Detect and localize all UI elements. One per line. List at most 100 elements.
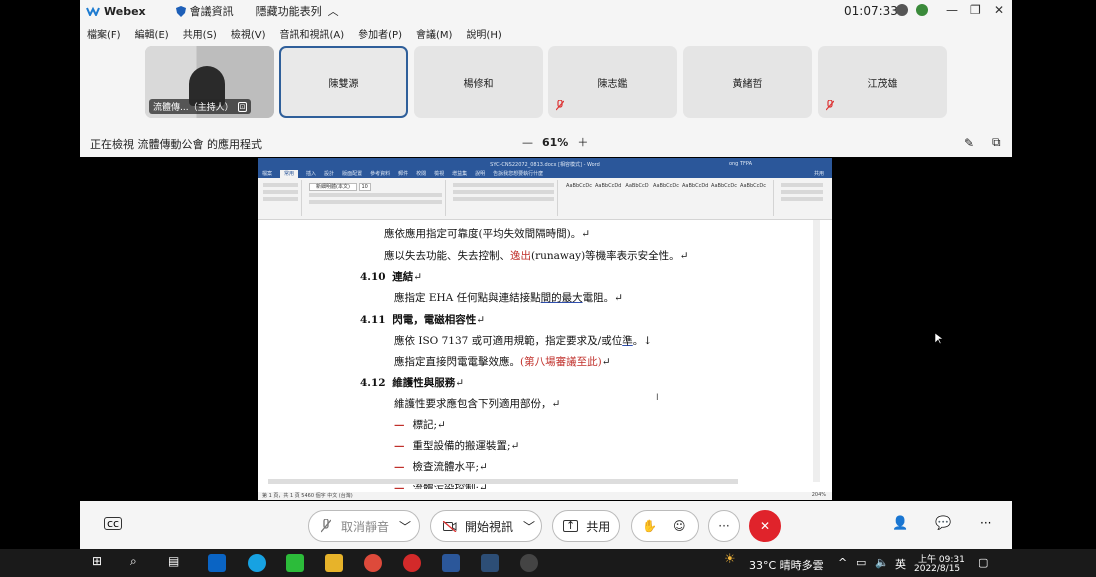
zoom-in-button[interactable]: ＋ — [577, 134, 588, 150]
zoom-out-button[interactable]: — — [522, 136, 533, 149]
participant-tile[interactable]: 陳志鑑 — [548, 46, 677, 118]
minimize-icon[interactable]: — — [946, 3, 958, 17]
word-tab[interactable]: 插入 — [306, 170, 316, 178]
more-options-button[interactable]: ··· — [708, 510, 740, 542]
style-item[interactable]: AaBbCcDc — [740, 183, 766, 207]
word-tab[interactable]: 參考資料 — [370, 170, 390, 178]
app-name: Webex — [104, 4, 146, 18]
word-tab-home[interactable]: 常用 — [280, 170, 299, 178]
word-tell-me[interactable]: 告訴我您想要執行什麼 — [493, 170, 543, 178]
horizontal-scrollbar[interactable] — [268, 479, 738, 484]
word-share[interactable]: 共用 — [814, 170, 824, 178]
style-item[interactable]: AaBbCcDc — [653, 183, 679, 207]
avatar[interactable] — [916, 4, 928, 16]
unmute-button[interactable]: 取消靜音 ﹀ — [308, 510, 420, 542]
meeting-info-button[interactable]: 會議資訊 — [175, 3, 234, 19]
menu-file[interactable]: 檔案(F) — [87, 26, 121, 42]
participant-tile[interactable]: 江茂雄 — [818, 46, 947, 118]
participant-tile[interactable]: 黃緒哲 — [683, 46, 812, 118]
weather-text[interactable]: 33°C 晴時多雲 — [749, 557, 824, 573]
menu-edit[interactable]: 編輯(E) — [135, 26, 169, 42]
reactions-icon[interactable]: ☺ — [673, 519, 686, 533]
clock-date[interactable]: 2022/8/15 — [914, 564, 960, 574]
volume-icon[interactable]: 🔈 — [875, 556, 889, 569]
app-icon[interactable] — [520, 554, 538, 572]
style-item[interactable]: AaBbCcDd — [682, 183, 708, 207]
font-select[interactable]: 新細明體(本文) — [309, 183, 357, 191]
word-icon[interactable] — [442, 554, 460, 572]
search-icon[interactable]: ⌕ — [130, 554, 148, 572]
paragraph-mark: ↵ — [455, 377, 465, 389]
word-status-text: 第 1 頁，共 1 頁 5460 個字 中文 (台灣) — [262, 493, 353, 499]
viewing-label: 正在檢視 流體傳動公會 的應用程式 — [90, 138, 262, 151]
section-heading: 4.10 連結↵ — [360, 269, 422, 284]
word-title-bar: SYC-CNS22072_0813.docx [相容模式] - Word ong … — [258, 158, 832, 170]
line-icon[interactable] — [286, 554, 304, 572]
chevron-up-icon: ︿ — [327, 5, 339, 18]
document-area: 應依應用指定可靠度(平均失效間隔時間)。↵ 應以失去功能、失去控制、逸出(run… — [258, 220, 832, 492]
annotate-icon[interactable]: ✎ — [964, 136, 974, 150]
weather-icon[interactable]: ☀ — [724, 552, 736, 567]
chat-icon[interactable]: 💬 — [935, 516, 951, 531]
word-tab[interactable]: 版面配置 — [342, 170, 362, 178]
participant-tile[interactable]: 陳雙源 — [279, 46, 408, 118]
participant-tile-host[interactable]: 流體傳...（主持人） ⊡ — [145, 46, 274, 118]
raise-hand-icon[interactable]: ✋ — [642, 519, 657, 533]
ime-indicator[interactable]: 英 — [895, 556, 906, 572]
more-icon[interactable]: ··· — [980, 516, 991, 530]
host-name: 流體傳...（主持人） — [153, 103, 234, 113]
list-dash: — — [394, 440, 405, 452]
file-explorer-icon[interactable] — [325, 554, 343, 572]
chevron-down-icon[interactable]: ﹀ — [523, 518, 535, 535]
font-size-select[interactable]: 10 — [358, 183, 371, 191]
pdf-reader-icon[interactable] — [403, 554, 421, 572]
style-item[interactable]: AaBbCcDd — [595, 183, 621, 207]
close-icon[interactable]: ✕ — [994, 3, 1004, 17]
start-video-button[interactable]: 開始視訊 ﹀ — [430, 510, 542, 542]
participant-name: 陳雙源 — [328, 78, 359, 90]
captions-icon[interactable]: cc — [104, 517, 123, 530]
word-user: ong TFPA — [728, 161, 752, 167]
styles-group: AaBbCcDc AaBbCcDd AaBbCcD AaBbCcDc AaBbC… — [562, 180, 774, 216]
style-item[interactable]: AaBbCcDc — [566, 183, 592, 207]
skype-icon[interactable] — [248, 554, 266, 572]
restore-icon[interactable]: ❐ — [970, 3, 981, 17]
notification-icon[interactable]: ▢ — [978, 556, 988, 569]
chrome-icon[interactable] — [364, 554, 382, 572]
menu-meeting[interactable]: 會議(M) — [416, 26, 452, 42]
word-tab[interactable]: 設計 — [324, 170, 334, 178]
start-icon[interactable]: ⊞ — [92, 554, 110, 572]
share-button[interactable]: ↑ 共用 — [552, 510, 620, 542]
menu-share[interactable]: 共用(S) — [183, 26, 217, 42]
vertical-scrollbar[interactable] — [813, 220, 820, 482]
chevron-down-icon[interactable]: ﹀ — [399, 518, 411, 535]
menu-help[interactable]: 說明(H) — [466, 26, 501, 42]
text-cursor-icon: I — [656, 393, 659, 403]
word-tab[interactable]: 檢視 — [434, 170, 444, 178]
menu-audio-video[interactable]: 音訊和視訊(A) — [280, 26, 345, 42]
leave-meeting-button[interactable]: ✕ — [749, 510, 781, 542]
windows-taskbar: ⊞ ⌕ ▤ ☀ 33°C 晴時多雲 ^ ▭ 🔈 英 上午 09:31 2022/… — [0, 549, 1096, 577]
tray-chevron-icon[interactable]: ^ — [838, 556, 847, 569]
hidden-menu-toggle[interactable]: 隱藏功能表列 ︿ — [256, 3, 339, 19]
style-item[interactable]: AaBbCcDc — [711, 183, 737, 207]
popout-icon[interactable]: ⧉ — [992, 135, 1001, 150]
webex-taskbar-icon[interactable] — [481, 554, 499, 572]
paragraph-mark: ↵ — [476, 314, 486, 326]
word-tab[interactable]: 增益集 — [452, 170, 467, 178]
word-tab[interactable]: 說明 — [475, 170, 485, 178]
menu-view[interactable]: 檢視(V) — [231, 26, 266, 42]
menu-participants[interactable]: 參加者(P) — [358, 26, 402, 42]
word-tab[interactable]: 檔案 — [262, 170, 272, 178]
word-tab[interactable]: 郵件 — [398, 170, 408, 178]
task-view-icon[interactable]: ▤ — [168, 554, 186, 572]
network-icon[interactable]: ▭ — [856, 556, 866, 569]
word-tab[interactable]: 校閱 — [416, 170, 426, 178]
outlook-icon[interactable] — [208, 554, 226, 572]
word-title: SYC-CNS22072_0813.docx [相容模式] - Word — [490, 161, 600, 168]
style-item[interactable]: AaBbCcD — [624, 183, 650, 207]
status-icon[interactable] — [896, 4, 908, 16]
unmute-label: 取消靜音 — [341, 519, 390, 534]
participants-icon[interactable]: 👤 — [892, 516, 908, 531]
participant-tile[interactable]: 楊修和 — [414, 46, 543, 118]
